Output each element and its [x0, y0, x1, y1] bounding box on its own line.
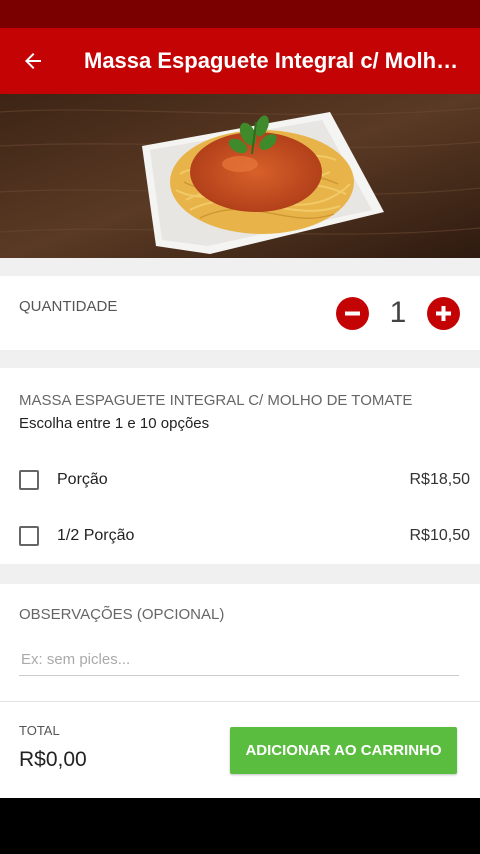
system-navigation-bar: [0, 798, 480, 854]
content-area: QUANTIDADE 1 MASSA ESPAGUETE INTEGRAL C/…: [0, 258, 480, 701]
footer-bar: TOTAL R$0,00 ADICIONAR AO CARRINHO: [0, 701, 480, 798]
status-bar: [0, 0, 480, 28]
decrease-quantity-button[interactable]: [336, 296, 369, 330]
page-title: Massa Espaguete Integral c/ Molh…: [84, 48, 459, 73]
minus-icon: [345, 311, 360, 315]
total-label: TOTAL: [19, 723, 60, 738]
options-title: MASSA ESPAGUETE INTEGRAL C/ MOLHO DE TOM…: [19, 392, 413, 409]
option-name: Porção: [57, 471, 108, 488]
quantity-stepper: 1: [336, 296, 460, 330]
option-checkbox[interactable]: [19, 470, 39, 490]
arrow-left-icon: [25, 53, 41, 69]
observations-section: OBSERVAÇÕES (OPCIONAL): [0, 584, 480, 701]
option-row-porcao[interactable]: Porção R$18,50: [0, 458, 480, 502]
option-price: R$18,50: [409, 471, 471, 488]
quantity-label: QUANTIDADE: [19, 297, 118, 315]
product-image: [0, 94, 480, 258]
option-name: 1/2 Porção: [57, 527, 135, 544]
total-value: R$0,00: [19, 748, 87, 771]
quantity-section: QUANTIDADE 1: [0, 276, 480, 350]
option-price: R$10,50: [409, 527, 471, 544]
options-subtitle: Escolha entre 1 e 10 opções: [19, 415, 210, 432]
back-button[interactable]: [0, 28, 66, 94]
options-section: MASSA ESPAGUETE INTEGRAL C/ MOLHO DE TOM…: [0, 368, 480, 564]
observations-label: OBSERVAÇÕES (OPCIONAL): [19, 606, 225, 623]
option-row-meia-porcao[interactable]: 1/2 Porção R$10,50: [0, 514, 480, 558]
app-bar: Massa Espaguete Integral c/ Molh…: [0, 28, 480, 94]
increase-quantity-button[interactable]: [427, 296, 460, 330]
observations-input[interactable]: [19, 644, 459, 676]
plus-icon: [436, 305, 451, 321]
add-to-cart-button[interactable]: ADICIONAR AO CARRINHO: [230, 727, 457, 774]
quantity-value: 1: [389, 296, 407, 329]
option-checkbox[interactable]: [19, 526, 39, 546]
